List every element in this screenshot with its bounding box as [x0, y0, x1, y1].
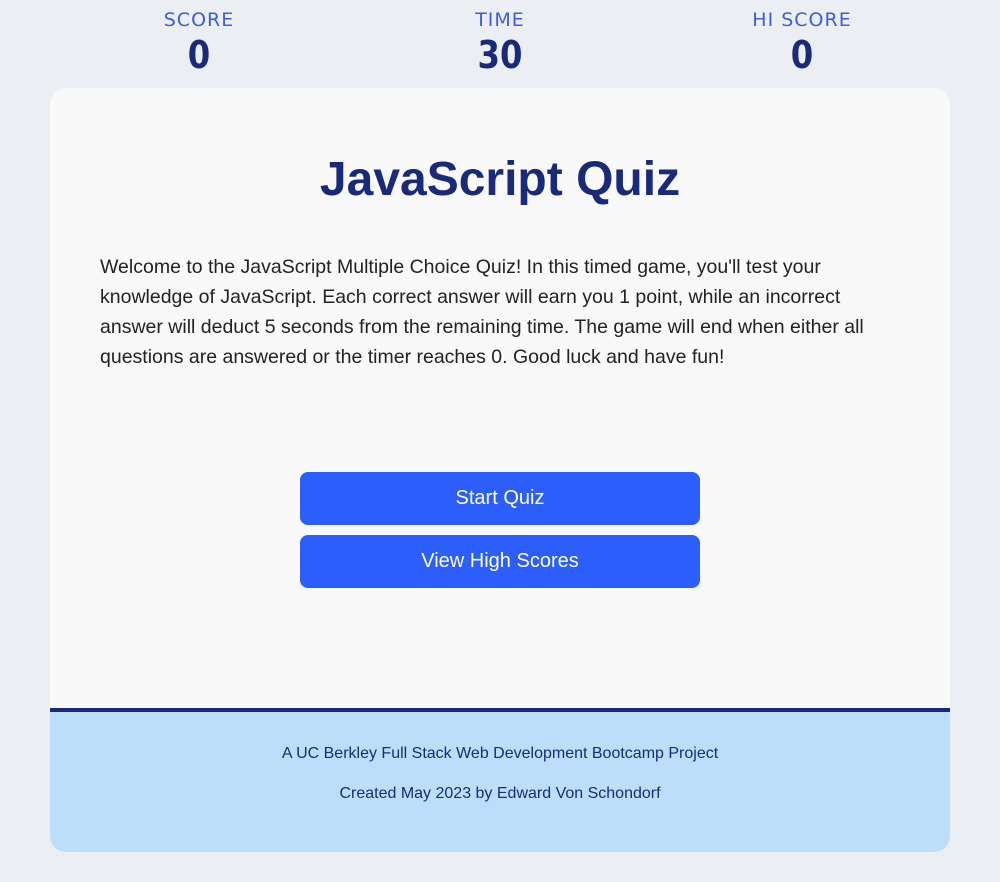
page-title: JavaScript Quiz [319, 153, 681, 206]
quiz-card: JavaScript Quiz Welcome to the JavaScrip… [50, 88, 950, 852]
intro-text: Welcome to the JavaScript Multiple Choic… [100, 256, 864, 368]
score-stat: SCORE 0 [99, 8, 299, 78]
stats-bar: SCORE 0 TIME 30 HI SCORE 0 [0, 0, 1000, 88]
footer: A UC Berkley Full Stack Web Development … [50, 708, 950, 852]
time-value: 30 [477, 33, 523, 77]
hi-score-stat: HI SCORE 0 [702, 8, 902, 78]
hi-score-value: 0 [790, 33, 814, 77]
footer-credit-text: Created May 2023 by Edward Von Schondorf [339, 785, 661, 802]
footer-project-text: A UC Berkley Full Stack Web Development … [281, 745, 719, 762]
time-label: TIME [475, 9, 525, 31]
time-stat: TIME 30 [400, 8, 600, 78]
start-quiz-button[interactable]: Start Quiz [300, 472, 700, 525]
score-label: SCORE [163, 9, 235, 31]
view-high-scores-button[interactable]: View High Scores [300, 535, 700, 588]
score-value: 0 [187, 33, 211, 77]
hi-score-label: HI SCORE [752, 9, 852, 31]
